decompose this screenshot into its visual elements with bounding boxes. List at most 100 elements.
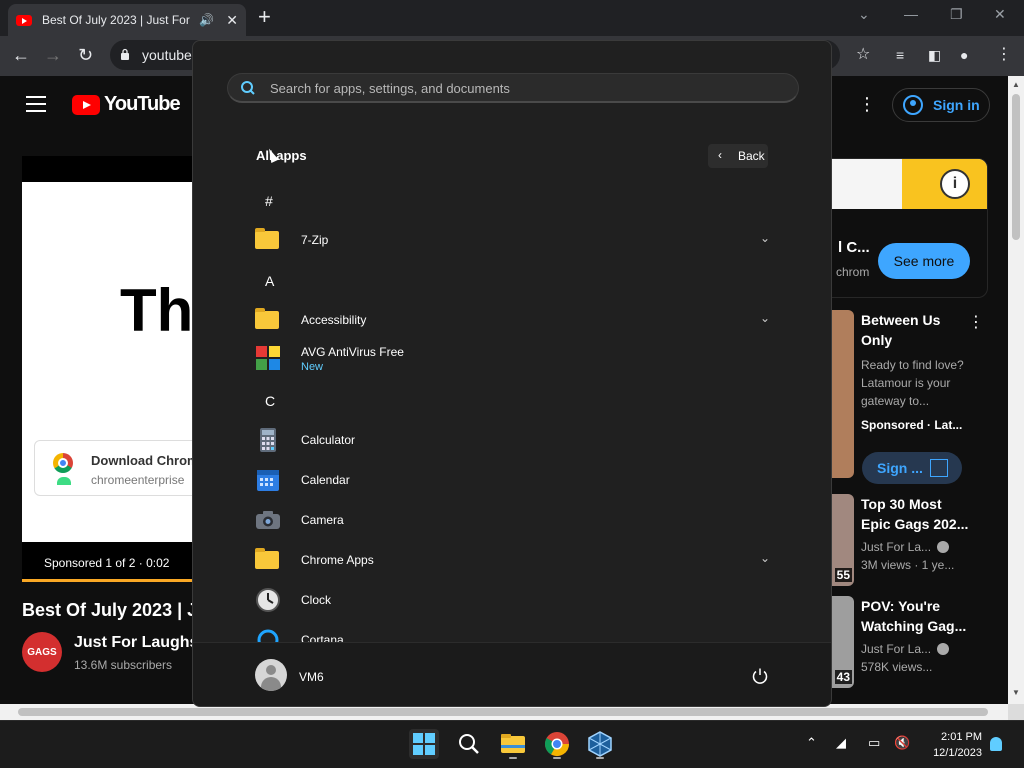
letter-header-hash[interactable]: #: [265, 193, 273, 209]
chrome-logo-icon: [53, 453, 73, 473]
chrome-menu-icon[interactable]: ⋮: [996, 44, 1012, 66]
rec-more-icon[interactable]: ⋮: [968, 312, 984, 332]
menu-icon[interactable]: [26, 96, 46, 117]
virtualbox-taskbar-button[interactable]: [585, 729, 615, 759]
chrome-icon: [544, 732, 569, 757]
browser-tab[interactable]: Best Of July 2023 | Just For Laughs 🔊 ✕: [8, 4, 246, 36]
back-button[interactable]: ‹ Back: [708, 144, 768, 168]
ad-domain: chrom: [836, 265, 870, 279]
rec-title[interactable]: Top 30 Most Epic Gags 202...: [861, 494, 971, 534]
channel-name[interactable]: Just For Laughs: [74, 634, 198, 652]
download-chrome-ad[interactable]: Download Chrome chromeenterprise: [34, 440, 192, 496]
rec-views: 578K views...: [861, 660, 933, 674]
audio-playing-icon[interactable]: 🔊: [199, 13, 214, 27]
ad-download-title: Download Chrome: [91, 453, 192, 468]
close-window-button[interactable]: ✕: [994, 6, 1006, 23]
video-player[interactable]: Th Download Chrome chromeenterprise: [22, 156, 192, 582]
camera-icon: [256, 511, 280, 529]
taskbar-clock[interactable]: 2:01 PM 12/1/2023: [922, 729, 982, 761]
avg-antivirus-icon: [256, 346, 280, 370]
ad-banner-image: i: [832, 159, 987, 209]
windows-logo-icon: [413, 733, 435, 755]
tab-title: Best Of July 2023 | Just For Laughs: [42, 13, 191, 27]
letter-header-c[interactable]: C: [265, 393, 275, 409]
chevron-down-icon[interactable]: ⌄: [760, 231, 770, 245]
settings-kebab-icon[interactable]: ⋮: [858, 94, 876, 115]
reload-icon[interactable]: ↻: [78, 44, 93, 66]
chrome-taskbar-button[interactable]: [542, 729, 572, 759]
back-arrow-icon[interactable]: ←: [12, 44, 30, 66]
start-user-bar: VM6: [193, 642, 831, 706]
rec-title[interactable]: Between Us Only: [861, 310, 971, 350]
sidebar-ad-card[interactable]: i l C... chrom See more: [832, 158, 988, 298]
side-panel-icon[interactable]: ◧: [928, 44, 941, 66]
rec-sign-in-button[interactable]: Sign ...: [862, 452, 962, 484]
rec-views: 3M views · 1 ye...: [861, 558, 955, 572]
taskbar: ⌃ ◢ ▭ 🔇 2:01 PM 12/1/2023: [0, 720, 1024, 768]
app-item-7zip[interactable]: 7-Zip ⌄: [255, 223, 775, 259]
video-duration: 43: [834, 670, 852, 684]
minimize-button[interactable]: —: [904, 6, 918, 22]
bookmark-star-icon[interactable]: ☆: [856, 44, 870, 66]
app-item-calculator[interactable]: Calculator: [255, 423, 775, 459]
sponsored-label: Sponsored 1 of 2 · 0:02: [22, 542, 192, 582]
show-hidden-icons-chevron-icon[interactable]: ⌃: [806, 735, 817, 751]
restore-button[interactable]: ❐: [950, 6, 963, 23]
app-item-accessibility[interactable]: Accessibility ⌄: [255, 303, 775, 339]
notification-bell-icon[interactable]: [990, 737, 1002, 751]
file-explorer-icon: [501, 734, 525, 753]
rec-channel: Just For La...: [861, 540, 950, 554]
rec-thumbnail[interactable]: [832, 310, 854, 478]
scrollbar-corner: [1008, 704, 1024, 720]
horizontal-scroll-thumb[interactable]: [18, 708, 988, 716]
desktop: Best Of July 2023 | Just For Laughs 🔊 ✕ …: [0, 0, 1024, 768]
rec-thumbnail[interactable]: 43: [832, 596, 854, 688]
letter-header-a[interactable]: A: [265, 273, 274, 289]
app-name: Chrome Apps: [301, 553, 374, 567]
forward-arrow-icon[interactable]: →: [44, 44, 62, 66]
chevron-down-icon[interactable]: ⌄: [760, 311, 770, 325]
sign-in-button[interactable]: Sign in: [892, 88, 990, 122]
user-name[interactable]: VM6: [299, 670, 324, 684]
volume-muted-icon[interactable]: 🔇: [894, 735, 910, 751]
see-more-button[interactable]: See more: [878, 243, 970, 279]
app-item-calendar[interactable]: Calendar: [255, 463, 775, 499]
vertical-scrollbar[interactable]: ▲ ▼: [1008, 76, 1024, 704]
power-icon[interactable]: [751, 667, 769, 685]
channel-avatar[interactable]: GAGS: [22, 632, 62, 672]
app-name: Clock: [301, 593, 332, 607]
app-item-clock[interactable]: Clock: [255, 583, 775, 619]
app-name: 7-Zip: [301, 233, 329, 247]
scroll-up-arrow-icon[interactable]: ▲: [1012, 80, 1020, 89]
new-tab-button[interactable]: +: [258, 6, 271, 28]
info-icon[interactable]: i: [940, 169, 970, 199]
video-title: Best Of July 2023 | Just For Laughs: [22, 600, 192, 620]
app-item-camera[interactable]: Camera: [255, 503, 775, 539]
display-icon[interactable]: ▭: [868, 735, 880, 751]
file-explorer-button[interactable]: [498, 729, 528, 759]
start-button[interactable]: [409, 729, 439, 759]
running-indicator: [553, 757, 561, 759]
media-control-icon[interactable]: ≡: [896, 44, 904, 66]
network-status-icon[interactable]: ◢: [836, 735, 846, 751]
ad-progress-bar: [22, 579, 192, 582]
tab-close-icon[interactable]: ✕: [226, 12, 238, 29]
url-text: youtube: [142, 47, 192, 63]
app-item-chrome-apps[interactable]: Chrome Apps ⌄: [255, 543, 775, 579]
rec-title[interactable]: POV: You're Watching Gag...: [861, 596, 971, 636]
taskbar-search-button[interactable]: [454, 729, 484, 759]
chevron-down-icon[interactable]: ⌄: [760, 551, 770, 565]
scroll-down-arrow-icon[interactable]: ▼: [1012, 688, 1020, 697]
app-item-avg-antivirus[interactable]: AVG AntiVirus Free New: [255, 341, 775, 377]
youtube-logo[interactable]: YouTube: [72, 93, 181, 116]
all-apps-heading: All apps: [256, 148, 307, 163]
profile-icon[interactable]: ●: [960, 44, 968, 66]
vertical-scroll-thumb[interactable]: [1012, 94, 1020, 240]
folder-icon: [255, 308, 279, 329]
user-avatar[interactable]: [255, 659, 287, 691]
video-ad-headline: Th: [120, 277, 192, 344]
start-search-box[interactable]: Search for apps, settings, and documents: [227, 73, 799, 103]
tab-search-icon[interactable]: ⌄: [858, 6, 870, 23]
app-name: Camera: [301, 513, 344, 527]
rec-thumbnail[interactable]: 55: [832, 494, 854, 586]
